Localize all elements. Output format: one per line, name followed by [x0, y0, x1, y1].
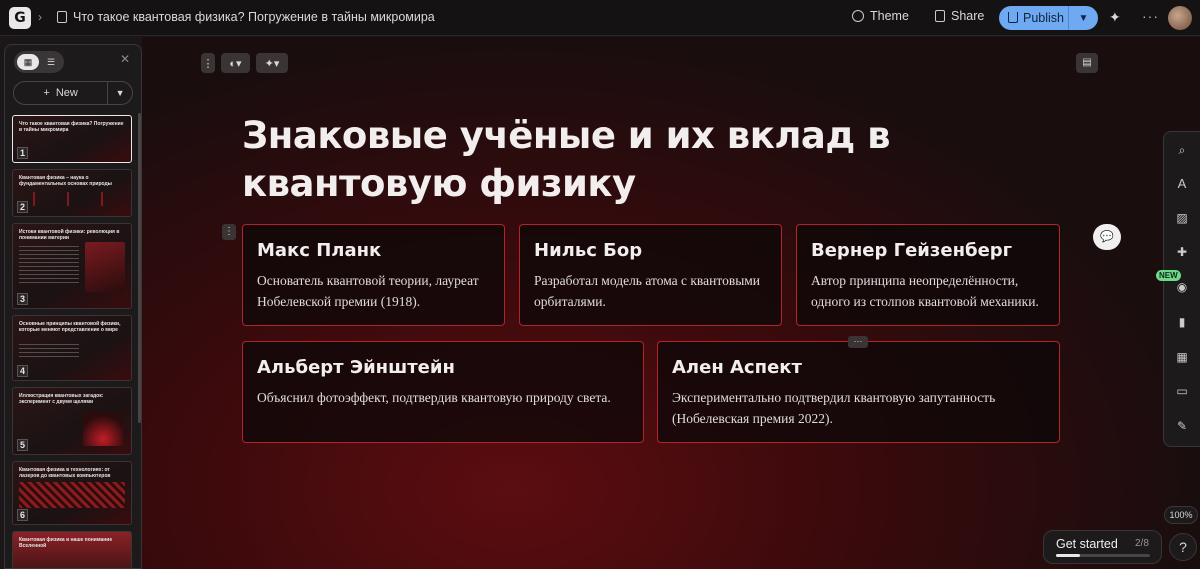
thumbnail-title: Квантовая физика – наука о фундаментальн… [19, 175, 112, 187]
upload-icon [1008, 12, 1018, 23]
slide-thumbnail-5[interactable]: Иллюстрация квантовых загадок: экспериме… [12, 387, 132, 455]
share-button[interactable]: Share [935, 9, 984, 23]
new-slide-button[interactable]: + New ▼ [13, 81, 133, 105]
slide-thumbnail-6[interactable]: Квантовая физика в технологиях: от лазер… [12, 461, 132, 525]
thumbnail-image [85, 242, 125, 292]
card-text: Экспериментально подтвердил квантовую за… [672, 390, 996, 426]
document-icon [57, 11, 67, 23]
document-title[interactable]: Что такое квантовая физика? Погружение в… [73, 10, 435, 24]
style-palette-icon[interactable]: ◐▾ [221, 53, 250, 73]
thumbnail-number: 6 [17, 509, 29, 521]
integration-icon[interactable]: ◉ [1174, 279, 1190, 295]
share-label: Share [951, 9, 985, 23]
image-icon[interactable]: ▨ [1174, 210, 1190, 226]
app-logo[interactable]: G [9, 7, 31, 29]
top-bar: G › Что такое квантовая физика? Погружен… [0, 0, 1200, 36]
scientist-card[interactable]: Вернер Гейзенберг Автор принципа неопред… [796, 224, 1060, 326]
grid-view-icon[interactable]: ▦ [17, 54, 39, 70]
thumbnail-number: 5 [17, 439, 29, 451]
slides-sidebar: ▦ ☰ ✕ + New ▼ Что такое квантовая физика… [4, 44, 142, 569]
thumbnail-title: Что такое квантовая физика? Погружение в… [19, 121, 124, 133]
edit-icon[interactable]: ✎ [1174, 418, 1190, 434]
publish-button[interactable]: Publish ▼ [999, 6, 1098, 30]
search-icon[interactable]: ⌕ [1174, 142, 1190, 158]
card-text: Автор принципа неопределённости, одного … [811, 273, 1039, 309]
thumbnail-title: Квантовая физика и наше понимание Вселен… [19, 537, 113, 549]
get-started-label: Get started [1056, 537, 1118, 551]
chevron-down-icon[interactable]: ▼ [1069, 13, 1098, 24]
chart-icon[interactable]: ▮ [1174, 314, 1190, 330]
thumbnail-columns [33, 192, 129, 206]
help-icon[interactable]: ? [1169, 533, 1197, 561]
slide-thumbnail-2[interactable]: Квантовая физика – наука о фундаментальн… [12, 169, 132, 217]
card-title: Альберт Эйнштейн [257, 357, 455, 378]
thumbnail-text-lines [19, 246, 79, 286]
new-slide-label[interactable]: + New [14, 82, 109, 104]
scientist-card[interactable]: Ален Аспект Экспериментально подтвердил … [657, 341, 1060, 443]
thumbnail-number: 1 [17, 147, 29, 159]
share-icon [935, 10, 945, 22]
text-style-icon[interactable]: A [1174, 176, 1190, 192]
theme-button[interactable]: Theme [852, 9, 909, 23]
comment-icon[interactable]: 💬 [1093, 224, 1121, 250]
thumbnail-title: Основные принципы квантовой физики, кото… [19, 321, 121, 333]
chevron-right-icon: › [38, 10, 42, 24]
ai-sparkle-icon[interactable]: ✦ [1109, 9, 1121, 26]
new-label-text: New [55, 87, 78, 99]
video-icon[interactable]: ▦ [1174, 349, 1190, 365]
thumbnail-title: Истоки квантовой физики: революция в пон… [19, 229, 120, 241]
view-toggle[interactable]: ▦ ☰ [14, 51, 64, 73]
card-text: Основатель квантовой теории, лауреат Ноб… [257, 273, 479, 309]
new-badge: NEW [1156, 270, 1181, 281]
card-title: Ален Аспект [672, 357, 802, 378]
slide-thumbnail-3[interactable]: Истоки квантовой физики: революция в пон… [12, 223, 132, 309]
thumbnail-text-lines [19, 344, 79, 360]
card-text: Разработал модель атома с квантовыми орб… [534, 273, 761, 309]
slide-menu-icon[interactable]: ⋮ [201, 53, 215, 73]
slide-title[interactable]: Знаковые учёные и их вклад в квантовую ф… [242, 112, 962, 208]
card-title: Макс Планк [257, 240, 382, 261]
palette-icon [852, 10, 864, 22]
thumbnail-title: Иллюстрация квантовых загадок: экспериме… [19, 393, 104, 405]
scientist-card[interactable]: Нильс Бор Разработал модель атома с кван… [519, 224, 782, 326]
scientist-card[interactable]: Альберт Эйнштейн Объяснил фотоэффект, по… [242, 341, 644, 443]
list-view-icon[interactable]: ☰ [42, 54, 60, 70]
thumbnail-image [19, 482, 125, 508]
thumbnail-number: 2 [17, 201, 29, 213]
slide-thumbnail-4[interactable]: Основные принципы квантовой физики, кото… [12, 315, 132, 381]
thumbnail-number: 4 [17, 365, 29, 377]
slide-thumbnail-1[interactable]: Что такое квантовая физика? Погружение в… [12, 115, 132, 163]
theme-label: Theme [870, 9, 909, 23]
avatar[interactable] [1168, 6, 1192, 30]
embed-icon[interactable]: ▭ [1174, 383, 1190, 399]
right-toolbar: ⌕ A ▨ ✚ ◉ ▮ ▦ ▭ ✎ [1163, 131, 1200, 447]
card-text: Объяснил фотоэффект, подтвердив квантову… [257, 390, 611, 405]
card-title: Нильс Бор [534, 240, 643, 261]
progress-fill [1056, 554, 1080, 557]
zoom-level[interactable]: 100% [1164, 506, 1198, 524]
thumbnail-image [83, 412, 123, 446]
thumbnail-title: Квантовая физика в технологиях: от лазер… [19, 467, 111, 479]
add-block-icon[interactable]: ✚ [1174, 244, 1190, 260]
ai-edit-icon[interactable]: ✦▾ [256, 53, 288, 73]
more-options-icon[interactable]: ··· [1142, 8, 1159, 24]
get-started-widget[interactable]: Get started 2/8 [1043, 530, 1162, 564]
layout-handle-icon[interactable]: ··· [848, 336, 868, 348]
close-icon[interactable]: ✕ [120, 52, 130, 66]
thumbnail-number: 3 [17, 293, 29, 305]
block-handle-icon[interactable]: ⋮ [222, 224, 236, 240]
sidebar-scrollbar[interactable] [138, 113, 141, 423]
notes-icon[interactable]: ▤ [1076, 53, 1098, 73]
scientist-card[interactable]: Макс Планк Основатель квантовой теории, … [242, 224, 505, 326]
get-started-progress [1056, 554, 1150, 557]
chevron-down-icon[interactable]: ▼ [108, 82, 132, 104]
slide-thumbnail-7[interactable]: Квантовая физика и наше понимание Вселен… [12, 531, 132, 568]
get-started-count: 2/8 [1135, 538, 1149, 549]
card-title: Вернер Гейзенберг [811, 240, 1013, 261]
